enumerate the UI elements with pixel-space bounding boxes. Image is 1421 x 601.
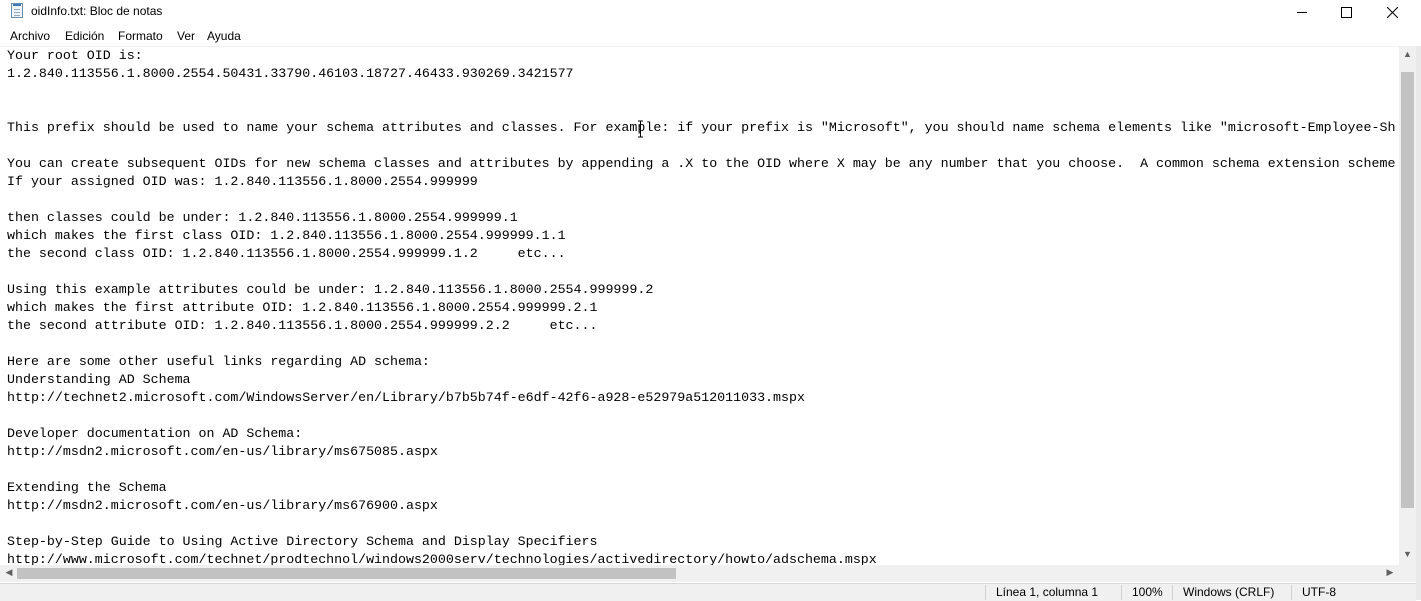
text-line: You can create subsequent OIDs for new s… — [7, 156, 1396, 171]
text-line: http://technet2.microsoft.com/WindowsSer… — [7, 390, 805, 405]
status-bar: Línea 1, columna 1 100% Windows (CRLF) U… — [0, 583, 1416, 601]
text-line: then classes could be under: 1.2.840.113… — [7, 210, 518, 225]
text-line: Here are some other useful links regardi… — [7, 354, 430, 369]
scroll-up-icon[interactable]: ▲ — [1399, 49, 1416, 59]
menu-ver[interactable]: Ver — [177, 29, 195, 43]
window-title: oidInfo.txt: Bloc de notas — [31, 4, 163, 18]
text-cursor-icon — [638, 120, 643, 138]
maximize-button[interactable] — [1323, 0, 1369, 24]
text-line: the second class OID: 1.2.840.113556.1.8… — [7, 246, 566, 261]
text-line: Step-by-Step Guide to Using Active Direc… — [7, 534, 598, 549]
scroll-left-icon[interactable]: ◀ — [3, 567, 15, 578]
text-line: Using this example attributes could be u… — [7, 282, 654, 297]
text-line: Extending the Schema — [7, 480, 167, 495]
vertical-scrollbar[interactable]: ▲ ▼ — [1399, 46, 1416, 565]
close-icon — [1386, 6, 1398, 18]
text-line: which makes the first class OID: 1.2.840… — [7, 228, 566, 243]
title-bar[interactable]: oidInfo.txt: Bloc de notas — [0, 0, 1421, 24]
menu-archivo[interactable]: Archivo — [10, 29, 50, 43]
text-line: http://www.microsoft.com/technet/prodtec… — [7, 552, 877, 566]
text-line: which makes the first attribute OID: 1.2… — [7, 300, 598, 315]
text-line: Developer documentation on AD Schema: — [7, 426, 303, 441]
menu-edicion[interactable]: Edición — [65, 29, 104, 43]
menu-ayuda[interactable]: Ayuda — [207, 29, 241, 43]
text-line: http://msdn2.microsoft.com/en-us/library… — [7, 444, 438, 459]
notepad-icon — [11, 3, 23, 18]
status-encoding: UTF-8 — [1291, 585, 1411, 600]
status-line-ending: Windows (CRLF) — [1172, 585, 1290, 600]
menu-bar: Archivo Edición Formato Ver Ayuda — [0, 26, 1421, 46]
status-zoom: 100% — [1121, 585, 1171, 600]
menu-formato[interactable]: Formato — [118, 29, 163, 43]
text-line: http://msdn2.microsoft.com/en-us/library… — [7, 498, 438, 513]
minimize-icon — [1297, 12, 1307, 13]
vertical-scroll-thumb[interactable] — [1401, 72, 1414, 508]
maximize-icon — [1340, 6, 1352, 18]
window-edge — [1416, 46, 1421, 600]
minimize-button[interactable] — [1279, 0, 1325, 24]
horizontal-scroll-thumb[interactable] — [17, 568, 676, 579]
scroll-corner — [1399, 565, 1416, 582]
text-line: This prefix should be used to name your … — [7, 120, 1396, 135]
close-button[interactable] — [1369, 0, 1415, 24]
text-editor[interactable]: Your root OID is: 1.2.840.113556.1.8000.… — [0, 46, 1399, 566]
scroll-right-icon[interactable]: ▶ — [1384, 567, 1396, 578]
status-position: Línea 1, columna 1 — [985, 585, 1119, 600]
scroll-down-icon[interactable]: ▼ — [1399, 549, 1416, 559]
text-line: the second attribute OID: 1.2.840.113556… — [7, 318, 598, 333]
text-line: 1.2.840.113556.1.8000.2554.50431.33790.4… — [7, 66, 574, 81]
text-line: Your root OID is: — [7, 48, 143, 63]
horizontal-scrollbar[interactable]: ◀ ▶ — [0, 565, 1399, 582]
text-line: If your assigned OID was: 1.2.840.113556… — [7, 174, 478, 189]
text-line: Understanding AD Schema — [7, 372, 191, 387]
